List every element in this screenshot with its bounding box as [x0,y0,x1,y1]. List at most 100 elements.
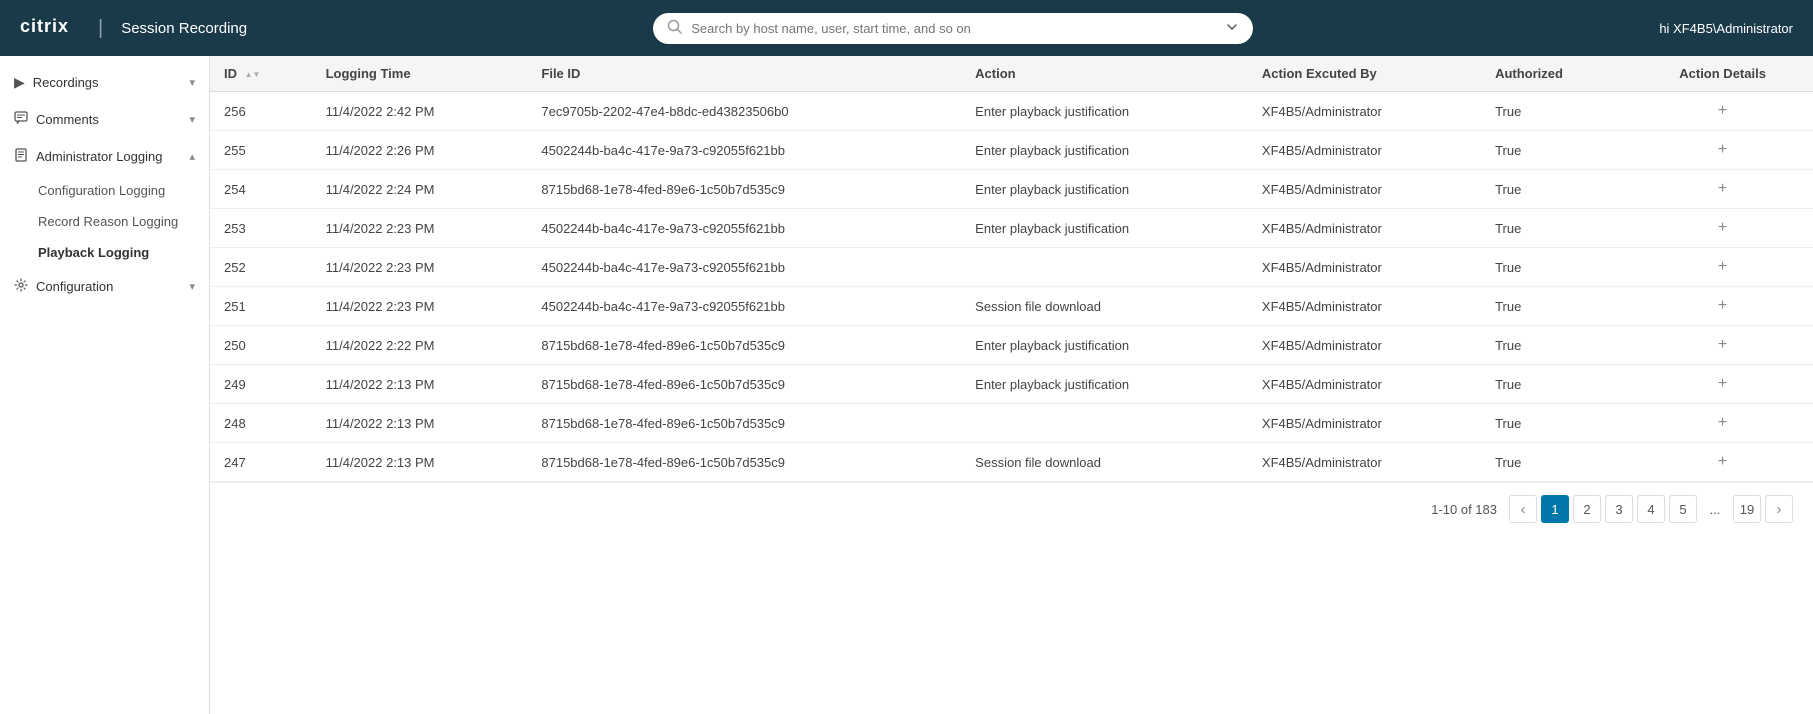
svg-text:citrix: citrix [20,16,69,36]
page-4-button[interactable]: 4 [1637,495,1665,523]
table-row: 25611/4/2022 2:42 PM7ec9705b-2202-47e4-b… [210,92,1813,131]
table-row: 25111/4/2022 2:23 PM4502244b-ba4c-417e-9… [210,287,1813,326]
cell-action-details[interactable]: + [1632,326,1813,365]
cell-action: Enter playback justification [961,92,1248,131]
cell-action-executed-by: XF4B5/Administrator [1248,131,1481,170]
sidebar-label-configuration: Configuration [36,279,113,294]
table-row: 25211/4/2022 2:23 PM4502244b-ba4c-417e-9… [210,248,1813,287]
cell-file-id: 4502244b-ba4c-417e-9a73-c92055f621bb [527,248,961,287]
user-greeting: hi XF4B5\Administrator [1659,21,1793,36]
sidebar-item-configuration-logging[interactable]: Configuration Logging [38,175,209,206]
sidebar-item-recordings[interactable]: ▶ Recordings ▾ [0,64,209,101]
cell-authorized: True [1481,92,1632,131]
sidebar-item-comments[interactable]: Comments ▾ [0,101,209,138]
cell-file-id: 8715bd68-1e78-4fed-89e6-1c50b7d535c9 [527,443,961,482]
cell-id: 248 [210,404,312,443]
cell-action: Enter playback justification [961,365,1248,404]
table-row: 25011/4/2022 2:22 PM8715bd68-1e78-4fed-8… [210,326,1813,365]
cell-action-details[interactable]: + [1632,443,1813,482]
main-layout: ▶ Recordings ▾ Comments ▾ [0,56,1813,714]
citrix-logo: citrix [20,14,80,43]
col-action: Action [961,56,1248,92]
cell-action [961,248,1248,287]
page-5-button[interactable]: 5 [1669,495,1697,523]
config-logging-label: Configuration Logging [38,183,165,198]
cell-action-executed-by: XF4B5/Administrator [1248,287,1481,326]
page-3-button[interactable]: 3 [1605,495,1633,523]
cell-action-details[interactable]: + [1632,287,1813,326]
sidebar-sub-menu: Configuration Logging Record Reason Logg… [0,175,209,268]
table-row: 25311/4/2022 2:23 PM4502244b-ba4c-417e-9… [210,209,1813,248]
table-row: 24911/4/2022 2:13 PM8715bd68-1e78-4fed-8… [210,365,1813,404]
table-row: 24811/4/2022 2:13 PM8715bd68-1e78-4fed-8… [210,404,1813,443]
cell-id: 249 [210,365,312,404]
record-reason-label: Record Reason Logging [38,214,178,229]
cell-authorized: True [1481,248,1632,287]
sidebar-item-admin-logging[interactable]: Administrator Logging ▴ [0,138,209,175]
cell-action-executed-by: XF4B5/Administrator [1248,326,1481,365]
cell-action-details[interactable]: + [1632,404,1813,443]
cell-authorized: True [1481,443,1632,482]
search-dropdown-icon[interactable] [1225,20,1239,37]
cell-id: 253 [210,209,312,248]
chevron-comments: ▾ [189,113,195,126]
cell-action-executed-by: XF4B5/Administrator [1248,443,1481,482]
chevron-recordings: ▾ [189,76,195,89]
cell-action-executed-by: XF4B5/Administrator [1248,404,1481,443]
cell-action: Session file download [961,287,1248,326]
sidebar-item-configuration[interactable]: Configuration ▾ [0,268,209,305]
cell-action: Enter playback justification [961,326,1248,365]
comments-icon [14,111,28,128]
header: citrix | Session Recording hi XF4B5\Admi… [0,0,1813,56]
cell-authorized: True [1481,287,1632,326]
cell-action-executed-by: XF4B5/Administrator [1248,248,1481,287]
configuration-icon [14,278,28,295]
col-file-id: File ID [527,56,961,92]
cell-file-id: 8715bd68-1e78-4fed-89e6-1c50b7d535c9 [527,170,961,209]
next-page-button[interactable]: › [1765,495,1793,523]
prev-page-button[interactable]: ‹ [1509,495,1537,523]
search-area [653,13,1253,44]
cell-file-id: 8715bd68-1e78-4fed-89e6-1c50b7d535c9 [527,326,961,365]
cell-action-details[interactable]: + [1632,131,1813,170]
logo-area: citrix | Session Recording [20,14,247,43]
search-wrapper [653,13,1253,44]
cell-authorized: True [1481,209,1632,248]
sidebar-item-record-reason-logging[interactable]: Record Reason Logging [38,206,209,237]
page-1-button[interactable]: 1 [1541,495,1569,523]
cell-file-id: 8715bd68-1e78-4fed-89e6-1c50b7d535c9 [527,404,961,443]
content-area: ID ▲▼ Logging Time File ID Action Action… [210,56,1813,714]
page-2-button[interactable]: 2 [1573,495,1601,523]
cell-id: 254 [210,170,312,209]
col-id[interactable]: ID ▲▼ [210,56,312,92]
cell-action-details[interactable]: + [1632,248,1813,287]
cell-action-details[interactable]: + [1632,365,1813,404]
cell-file-id: 4502244b-ba4c-417e-9a73-c92055f621bb [527,131,961,170]
last-page-button[interactable]: 19 [1733,495,1761,523]
search-icon [667,19,683,38]
table-row: 25411/4/2022 2:24 PM8715bd68-1e78-4fed-8… [210,170,1813,209]
cell-action-details[interactable]: + [1632,209,1813,248]
cell-id: 250 [210,326,312,365]
cell-action: Session file download [961,443,1248,482]
playback-logging-label: Playback Logging [38,245,149,260]
app-title: Session Recording [121,20,247,37]
sidebar-label-recordings: Recordings [33,75,99,90]
logo-divider: | [98,17,103,40]
cell-file-id: 7ec9705b-2202-47e4-b8dc-ed43823506b0 [527,92,961,131]
cell-file-id: 4502244b-ba4c-417e-9a73-c92055f621bb [527,209,961,248]
cell-file-id: 8715bd68-1e78-4fed-89e6-1c50b7d535c9 [527,365,961,404]
cell-authorized: True [1481,326,1632,365]
cell-logging-time: 11/4/2022 2:23 PM [312,209,528,248]
recordings-icon: ▶ [14,74,25,91]
cell-action: Enter playback justification [961,209,1248,248]
sidebar-item-playback-logging[interactable]: Playback Logging [38,237,209,268]
cell-logging-time: 11/4/2022 2:26 PM [312,131,528,170]
cell-logging-time: 11/4/2022 2:24 PM [312,170,528,209]
cell-id: 256 [210,92,312,131]
pagination-info: 1-10 of 183 [1431,502,1497,517]
cell-authorized: True [1481,170,1632,209]
search-input[interactable] [691,21,1217,36]
cell-action-details[interactable]: + [1632,170,1813,209]
cell-action-details[interactable]: + [1632,92,1813,131]
